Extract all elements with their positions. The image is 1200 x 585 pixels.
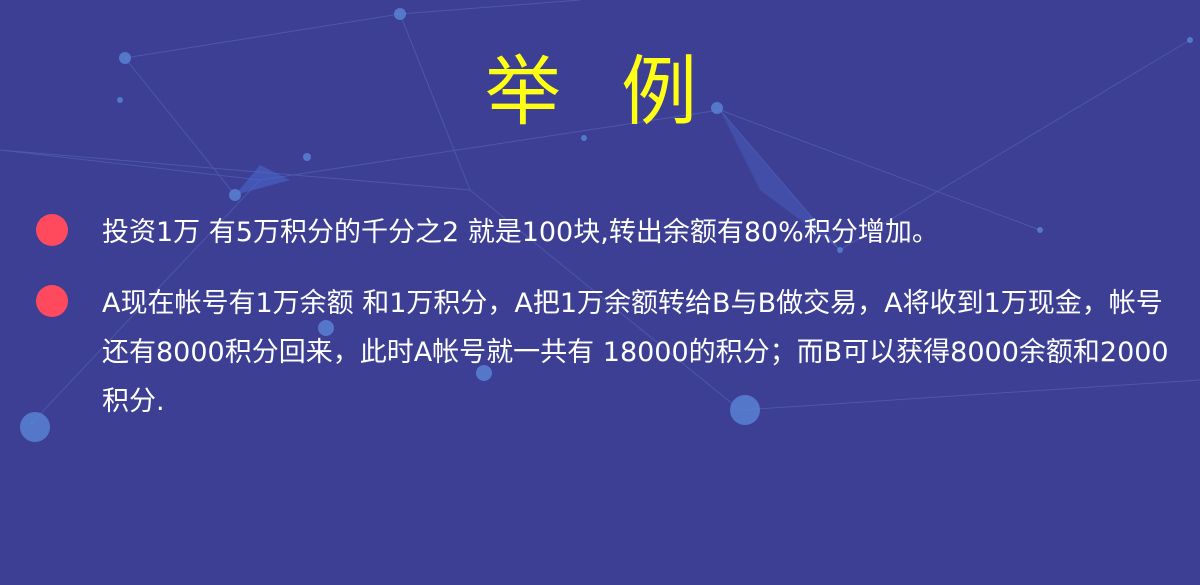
bullet-item: A现在帐号有1万余额 和1万积分，A把1万余额转给B与B做交易，A将收到1万现金… — [36, 279, 1176, 426]
bullet-text: 投资1万 有5万积分的千分之2 就是100块,转出余额有80%积分增加。 — [102, 217, 939, 248]
bullet-dot-icon — [36, 285, 68, 317]
bullet-item: 投资1万 有5万积分的千分之2 就是100块,转出余额有80%积分增加。 — [36, 208, 1176, 257]
bullet-list: 投资1万 有5万积分的千分之2 就是100块,转出余额有80%积分增加。 A现在… — [36, 208, 1176, 448]
bullet-text: A现在帐号有1万余额 和1万积分，A把1万余额转给B与B做交易，A将收到1万现金… — [102, 288, 1169, 417]
slide-title: 举 例 — [484, 47, 716, 136]
bullet-dot-icon — [36, 214, 68, 246]
